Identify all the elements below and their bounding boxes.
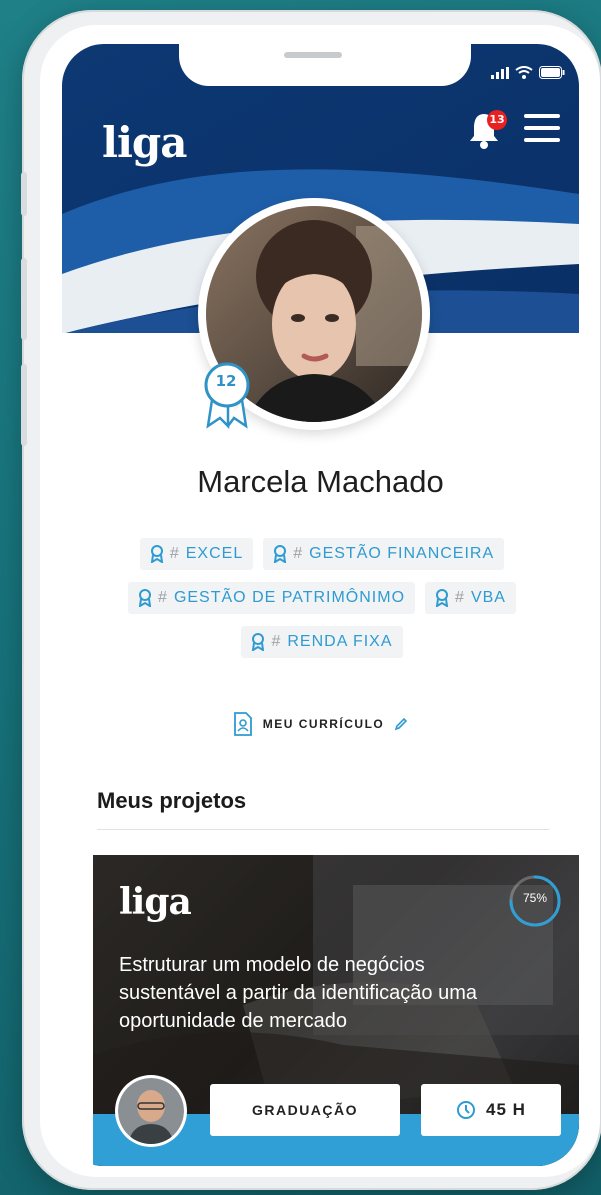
user-name: Marcela Machado	[197, 464, 444, 499]
ribbon-icon	[150, 545, 163, 563]
skill-tags: # EXCEL # GESTÃO FINANCEIRA # GESTÃO DE …	[92, 538, 552, 658]
tag-hash: #	[169, 545, 180, 562]
project-logo: liga	[119, 881, 192, 923]
clock-icon	[457, 1101, 476, 1119]
ribbon-icon	[274, 545, 287, 563]
level-chip[interactable]: GRADUAÇÃO	[210, 1084, 400, 1136]
level-badge-icon	[204, 362, 250, 430]
notification-badge: 13	[487, 110, 507, 130]
progress-label: 75%	[522, 891, 548, 905]
ribbon-icon	[435, 589, 449, 607]
section-title: Meus projetos	[97, 788, 247, 813]
skill-tag[interactable]: # RENDA FIXA	[241, 626, 403, 658]
level-label: GRADUAÇÃO	[251, 1102, 359, 1118]
speaker	[284, 52, 342, 58]
divider	[97, 829, 549, 830]
tag-label: EXCEL	[185, 545, 244, 562]
app-logo[interactable]: liga	[102, 118, 187, 167]
notch	[179, 44, 471, 86]
mentor-avatar[interactable]	[115, 1075, 187, 1147]
tag-label: VBA	[470, 589, 506, 606]
tag-hash: #	[293, 545, 304, 562]
tag-hash: #	[455, 589, 465, 606]
tag-label: GESTÃO DE PATRIMÔNIMO	[173, 589, 406, 606]
status-bar	[491, 66, 565, 79]
tag-hash: #	[158, 589, 168, 606]
ribbon-icon	[138, 589, 152, 607]
wifi-icon	[515, 66, 533, 79]
edit-pencil-icon[interactable]	[394, 717, 408, 731]
hours-label: 45 H	[486, 1100, 526, 1119]
tag-label: RENDA FIXA	[287, 633, 393, 650]
tag-hash: #	[271, 633, 282, 650]
mute-switch	[21, 172, 27, 216]
volume-up-button	[21, 258, 27, 340]
app-screen: liga 13 12 Marcela Machado # EXCEL # GES…	[62, 44, 579, 1166]
document-icon	[233, 712, 252, 736]
resume-label: MEU CURRÍCULO	[262, 717, 385, 731]
skill-tag[interactable]: # GESTÃO DE PATRIMÔNIMO	[128, 582, 416, 614]
level-number: 12	[215, 372, 237, 390]
signal-icon	[491, 66, 509, 79]
skill-tag[interactable]: # EXCEL	[139, 538, 254, 570]
skill-tag[interactable]: # GESTÃO FINANCEIRA	[263, 538, 505, 570]
resume-link[interactable]: MEU CURRÍCULO	[62, 712, 579, 736]
ribbon-icon	[252, 633, 265, 651]
project-title: Estruturar um modelo de negócios sustent…	[119, 954, 477, 1032]
tag-label: GESTÃO FINANCEIRA	[309, 545, 495, 562]
skill-tag[interactable]: # VBA	[425, 582, 516, 614]
volume-down-button	[21, 364, 27, 446]
hours-chip[interactable]: 45 H	[421, 1084, 561, 1136]
battery-icon	[539, 66, 565, 79]
project-card[interactable]: liga 75% Estruturar um modelo de negócio…	[93, 855, 579, 1166]
menu-icon[interactable]	[524, 114, 560, 146]
